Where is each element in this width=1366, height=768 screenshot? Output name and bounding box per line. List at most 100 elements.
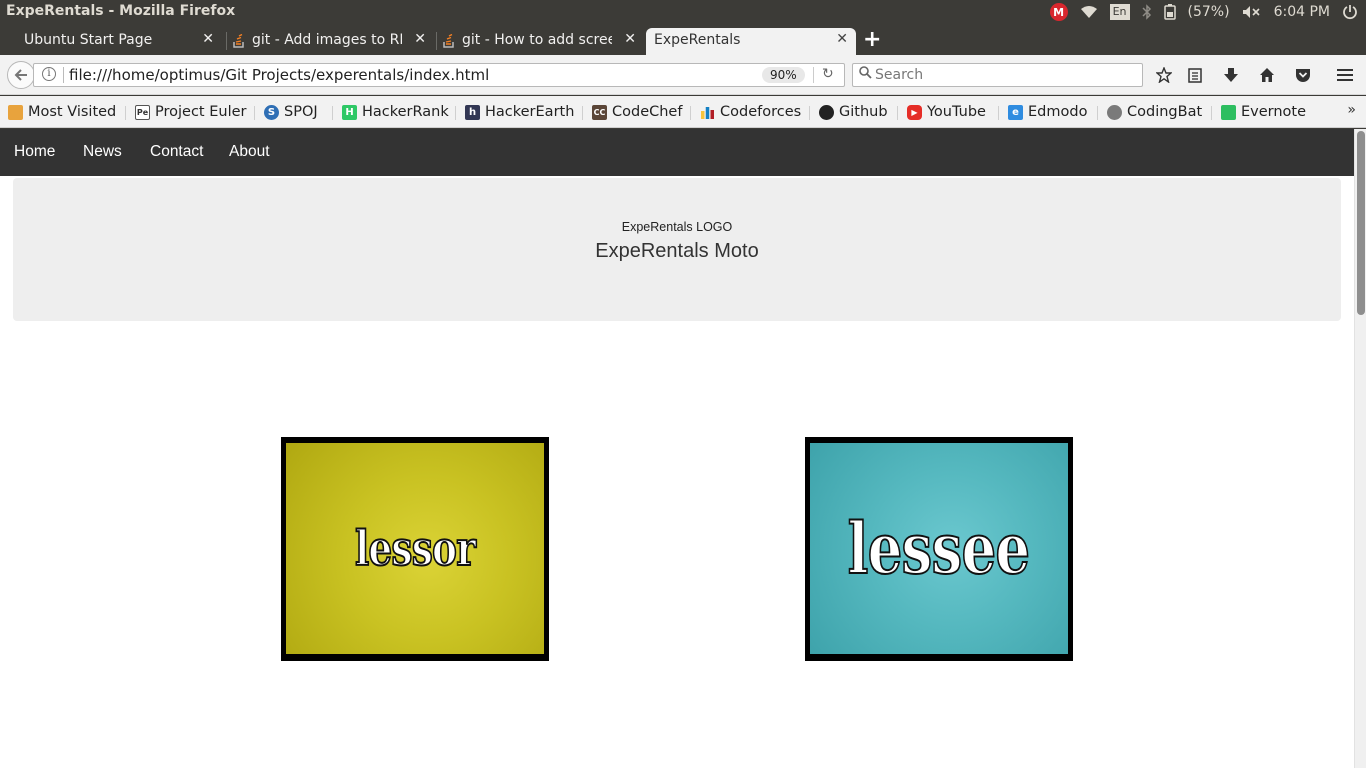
tab-separator (226, 32, 227, 50)
back-button[interactable] (7, 61, 35, 89)
tab-experentals[interactable]: ExpeRentals ✕ (646, 28, 856, 55)
nav-contact-link[interactable]: Contact (150, 143, 203, 161)
bookmark-separator (809, 106, 810, 120)
tab-git-add-images[interactable]: git - Add images to REA ✕ (228, 28, 434, 55)
tab-git-add-screenshot[interactable]: git - How to add screen ✕ (438, 28, 644, 55)
bluetooth-icon[interactable] (1142, 3, 1152, 21)
page-viewport: Home News Contact About ExpeRentals LOGO… (0, 129, 1354, 768)
lessor-card[interactable]: lessor (281, 437, 549, 661)
tab-separator (436, 32, 437, 50)
bookmark-star-icon[interactable] (1153, 64, 1175, 86)
lessee-card[interactable]: lessee (805, 437, 1073, 661)
window-title: ExpeRentals - Mozilla Firefox (6, 3, 236, 19)
bookmark-evernote[interactable]: Evernote (1221, 103, 1306, 121)
tab-strip: Ubuntu Start Page ✕ git - Add images to … (0, 24, 1366, 55)
hackerearth-icon: h (465, 104, 480, 120)
window-titlebar: ExpeRentals - Mozilla Firefox M En (57%)… (0, 0, 1366, 24)
page-scrollbar[interactable] (1354, 129, 1366, 768)
bookmark-label: Codeforces (720, 104, 802, 120)
battery-icon[interactable] (1163, 3, 1176, 21)
lessee-word: lessee (847, 506, 1031, 591)
bookmark-separator (455, 106, 456, 120)
jumbotron: ExpeRentals LOGO ExpeRentals Moto (13, 178, 1341, 321)
navigation-toolbar: i file:///home/optimus/Git Projects/expe… (0, 55, 1366, 95)
bookmark-codechef[interactable]: CC CodeChef (592, 103, 682, 121)
pocket-icon[interactable] (1292, 64, 1314, 86)
bookmark-label: Evernote (1241, 104, 1307, 120)
bookmark-separator (1211, 106, 1212, 120)
search-bar[interactable] (852, 63, 1143, 87)
lessee-image[interactable]: lessee (810, 443, 1068, 654)
nav-home-link[interactable]: Home (14, 143, 55, 161)
bookmark-most-visited[interactable]: Most Visited (8, 103, 116, 121)
bookmark-separator (690, 106, 691, 120)
bookmark-separator (897, 106, 898, 120)
site-logo-text: ExpeRentals LOGO (621, 220, 733, 234)
bookmarks-toolbar: Most Visited Pe Project Euler S SPOJ H H… (0, 96, 1366, 128)
url-bar[interactable]: i file:///home/optimus/Git Projects/expe… (33, 63, 845, 87)
search-icon (859, 66, 872, 83)
bookmark-label: HackerRank (362, 104, 449, 120)
bookmark-edmodo[interactable]: e Edmodo (1008, 103, 1087, 121)
close-icon[interactable]: ✕ (202, 31, 214, 47)
menu-hamburger-icon[interactable] (1334, 64, 1356, 86)
system-tray: M En (57%) 6:04 PM (1049, 2, 1358, 22)
reload-icon[interactable]: ↻ (822, 66, 834, 82)
tab-ubuntu-start-page[interactable]: Ubuntu Start Page ✕ (0, 28, 222, 55)
nav-about-link[interactable]: About (229, 143, 270, 161)
lessor-image[interactable]: lessor (286, 443, 544, 654)
download-icon[interactable] (1220, 64, 1242, 86)
folder-icon (8, 104, 23, 120)
new-tab-button[interactable]: + (863, 27, 881, 52)
spoj-icon: S (264, 104, 279, 120)
power-icon[interactable] (1342, 3, 1358, 21)
bookmark-separator (582, 106, 583, 120)
scrollbar-thumb[interactable] (1357, 131, 1365, 315)
bookmark-youtube[interactable]: ▶ YouTube (907, 103, 986, 121)
bookmark-label: YouTube (927, 104, 986, 120)
search-input[interactable] (875, 66, 1135, 84)
reading-list-icon[interactable] (1184, 64, 1206, 86)
bookmark-label: CodingBat (1127, 104, 1203, 120)
hackerrank-icon: H (342, 104, 357, 120)
stackoverflow-icon (232, 33, 246, 48)
bookmark-separator (998, 106, 999, 120)
bookmark-hackerrank[interactable]: H HackerRank (342, 103, 449, 121)
home-icon[interactable] (1256, 64, 1278, 86)
bookmark-separator (1097, 106, 1098, 120)
bookmarks-overflow-chevron-icon[interactable]: » (1347, 102, 1356, 118)
tab-label: git - How to add screen (462, 32, 612, 48)
site-info-icon[interactable]: i (42, 67, 56, 81)
keyboard-layout-indicator[interactable]: En (1109, 4, 1130, 20)
stackoverflow-icon (442, 33, 456, 48)
tab-label: git - Add images to REA (252, 32, 402, 48)
bookmark-separator (125, 106, 126, 120)
bookmark-label: SPOJ (284, 104, 318, 120)
volume-muted-icon[interactable] (1242, 3, 1262, 21)
tab-label: Ubuntu Start Page (24, 32, 153, 48)
close-icon[interactable]: ✕ (836, 31, 848, 47)
mega-sync-icon[interactable]: M (1049, 3, 1068, 21)
evernote-icon (1221, 104, 1236, 120)
clock[interactable]: 6:04 PM (1274, 4, 1330, 20)
bookmark-label: CodeChef (612, 104, 683, 120)
close-icon[interactable]: ✕ (624, 31, 636, 47)
bookmark-spoj[interactable]: S SPOJ (264, 103, 318, 121)
project-euler-icon: Pe (135, 104, 150, 120)
lessor-word: lessor (354, 520, 477, 578)
zoom-indicator[interactable]: 90% (762, 67, 805, 83)
url-text[interactable]: file:///home/optimus/Git Projects/expere… (69, 66, 489, 84)
close-icon[interactable]: ✕ (414, 31, 426, 47)
bookmark-hackerearth[interactable]: h HackerEarth (465, 103, 574, 121)
bookmark-label: Project Euler (155, 104, 247, 120)
bookmark-separator (254, 106, 255, 120)
site-moto: ExpeRentals Moto (595, 240, 759, 262)
bookmark-codeforces[interactable]: Codeforces (700, 103, 801, 121)
bookmark-github[interactable]: Github (819, 103, 888, 121)
codingbat-icon (1107, 104, 1122, 120)
bookmark-codingbat[interactable]: CodingBat (1107, 103, 1202, 121)
bookmark-project-euler[interactable]: Pe Project Euler (135, 103, 246, 121)
wifi-icon[interactable] (1080, 3, 1098, 21)
bookmark-label: Most Visited (28, 104, 117, 120)
nav-news-link[interactable]: News (83, 143, 122, 161)
